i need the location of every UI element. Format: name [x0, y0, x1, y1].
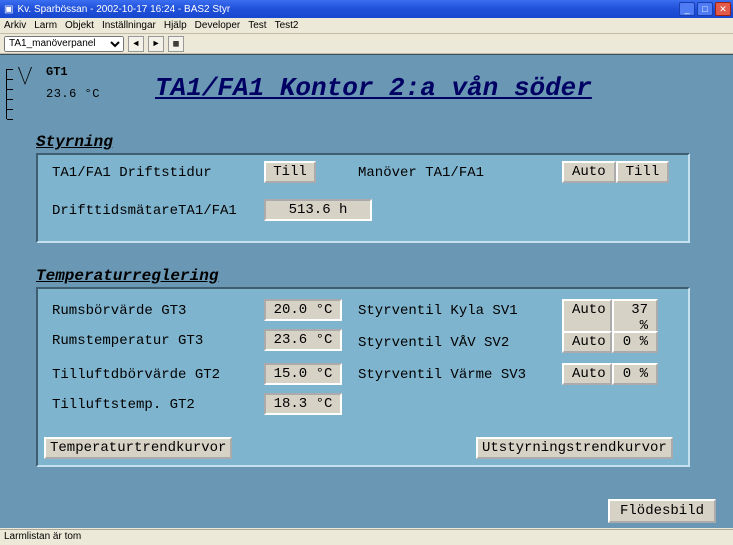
value-rumstemperatur: 23.6 °C — [264, 329, 342, 351]
manover-auto[interactable]: Auto — [562, 161, 616, 183]
page-title: TA1/FA1 Kontor 2:a vån söder — [155, 73, 592, 103]
menu-test[interactable]: Test — [248, 20, 266, 31]
menu-test2[interactable]: Test2 — [275, 20, 299, 31]
menu-developer[interactable]: Developer — [195, 20, 241, 31]
panel-tempreg: Rumsbörvärde GT3 20.0 °C Rumstemperatur … — [36, 287, 690, 467]
toolbar-tool-icon[interactable]: ▦ — [168, 36, 184, 52]
label-tilluftstemp: Tilluftstemp. GT2 — [52, 397, 195, 413]
statusbar-text: Larmlistan är tom — [4, 531, 81, 542]
menu-larm[interactable]: Larm — [34, 20, 57, 31]
statusbar: Larmlistan är tom — [0, 529, 733, 545]
gauge-value: 23.6 °C — [46, 87, 100, 101]
label-drifttidsmatare: DrifttidsmätareTA1/FA1 — [52, 203, 237, 219]
value-rumsborvarde[interactable]: 20.0 °C — [264, 299, 342, 321]
gauge-name: GT1 — [46, 65, 68, 79]
value-drifttidsmatare: 513.6 h — [264, 199, 372, 221]
label-tilluftborvarde: Tilluftdbörvärde GT2 — [52, 367, 220, 383]
toolbar: TA1_manöverpanel ◄ ► ▦ — [0, 34, 733, 54]
flodesbild-button[interactable]: Flödesbild — [608, 499, 716, 523]
utstyrningstrend-button[interactable]: Utstyrningstrendkurvor — [476, 437, 673, 459]
value-tilluftborvarde[interactable]: 15.0 °C — [264, 363, 342, 385]
window-titlebar: ▣ Kv. Sparbössan - 2002-10-17 16:24 - BA… — [0, 0, 733, 18]
menu-hjalp[interactable]: Hjälp — [164, 20, 187, 31]
value-tilluftstemp: 18.3 °C — [264, 393, 342, 415]
sv2-control[interactable]: Auto 0 % — [562, 331, 658, 353]
sv3-mode[interactable]: Auto — [562, 363, 612, 385]
toolbar-nav-back-icon[interactable]: ◄ — [128, 36, 144, 52]
close-button[interactable]: ✕ — [715, 2, 731, 16]
sv3-pct[interactable]: 0 % — [612, 363, 658, 385]
sv2-mode[interactable]: Auto — [562, 331, 612, 353]
manover-till[interactable]: Till — [616, 161, 670, 183]
menu-arkiv[interactable]: Arkiv — [4, 20, 26, 31]
label-rumsborvarde: Rumsbörvärde GT3 — [52, 303, 186, 319]
label-sv2: Styrventil VÅV SV2 — [358, 335, 509, 351]
panel-styrning: TA1/FA1 Driftstidur Till Manöver TA1/FA1… — [36, 153, 690, 243]
menu-installningar[interactable]: Inställningar — [102, 20, 156, 31]
label-sv1: Styrventil Kyla SV1 — [358, 303, 518, 319]
label-rumstemperatur: Rumstemperatur GT3 — [52, 333, 203, 349]
maximize-button[interactable]: □ — [697, 2, 713, 16]
label-sv3: Styrventil Värme SV3 — [358, 367, 526, 383]
menu-objekt[interactable]: Objekt — [65, 20, 94, 31]
sv3-control[interactable]: Auto 0 % — [562, 363, 658, 385]
driftstidur-button[interactable]: Till — [264, 161, 316, 183]
section-title-tempreg: Temperaturreglering — [36, 267, 218, 285]
toolbar-nav-fwd-icon[interactable]: ► — [148, 36, 164, 52]
label-driftstidur: TA1/FA1 Driftstidur — [52, 165, 212, 181]
label-manover: Manöver TA1/FA1 — [358, 165, 484, 181]
section-title-styrning: Styrning — [36, 133, 113, 151]
panel-dropdown[interactable]: TA1_manöverpanel — [4, 36, 124, 52]
sv2-pct[interactable]: 0 % — [612, 331, 658, 353]
temperaturtrend-button[interactable]: Temperaturtrendkurvor — [44, 437, 232, 459]
app-icon: ▣ — [4, 4, 13, 15]
manover-toggle[interactable]: Auto Till — [562, 161, 669, 183]
window-title: Kv. Sparbössan - 2002-10-17 16:24 - BAS2… — [17, 4, 230, 15]
main-canvas: GT1 23.6 °C TA1/FA1 Kontor 2:a vån söder… — [0, 54, 733, 528]
menubar: Arkiv Larm Objekt Inställningar Hjälp De… — [0, 18, 733, 34]
minimize-button[interactable]: _ — [679, 2, 695, 16]
